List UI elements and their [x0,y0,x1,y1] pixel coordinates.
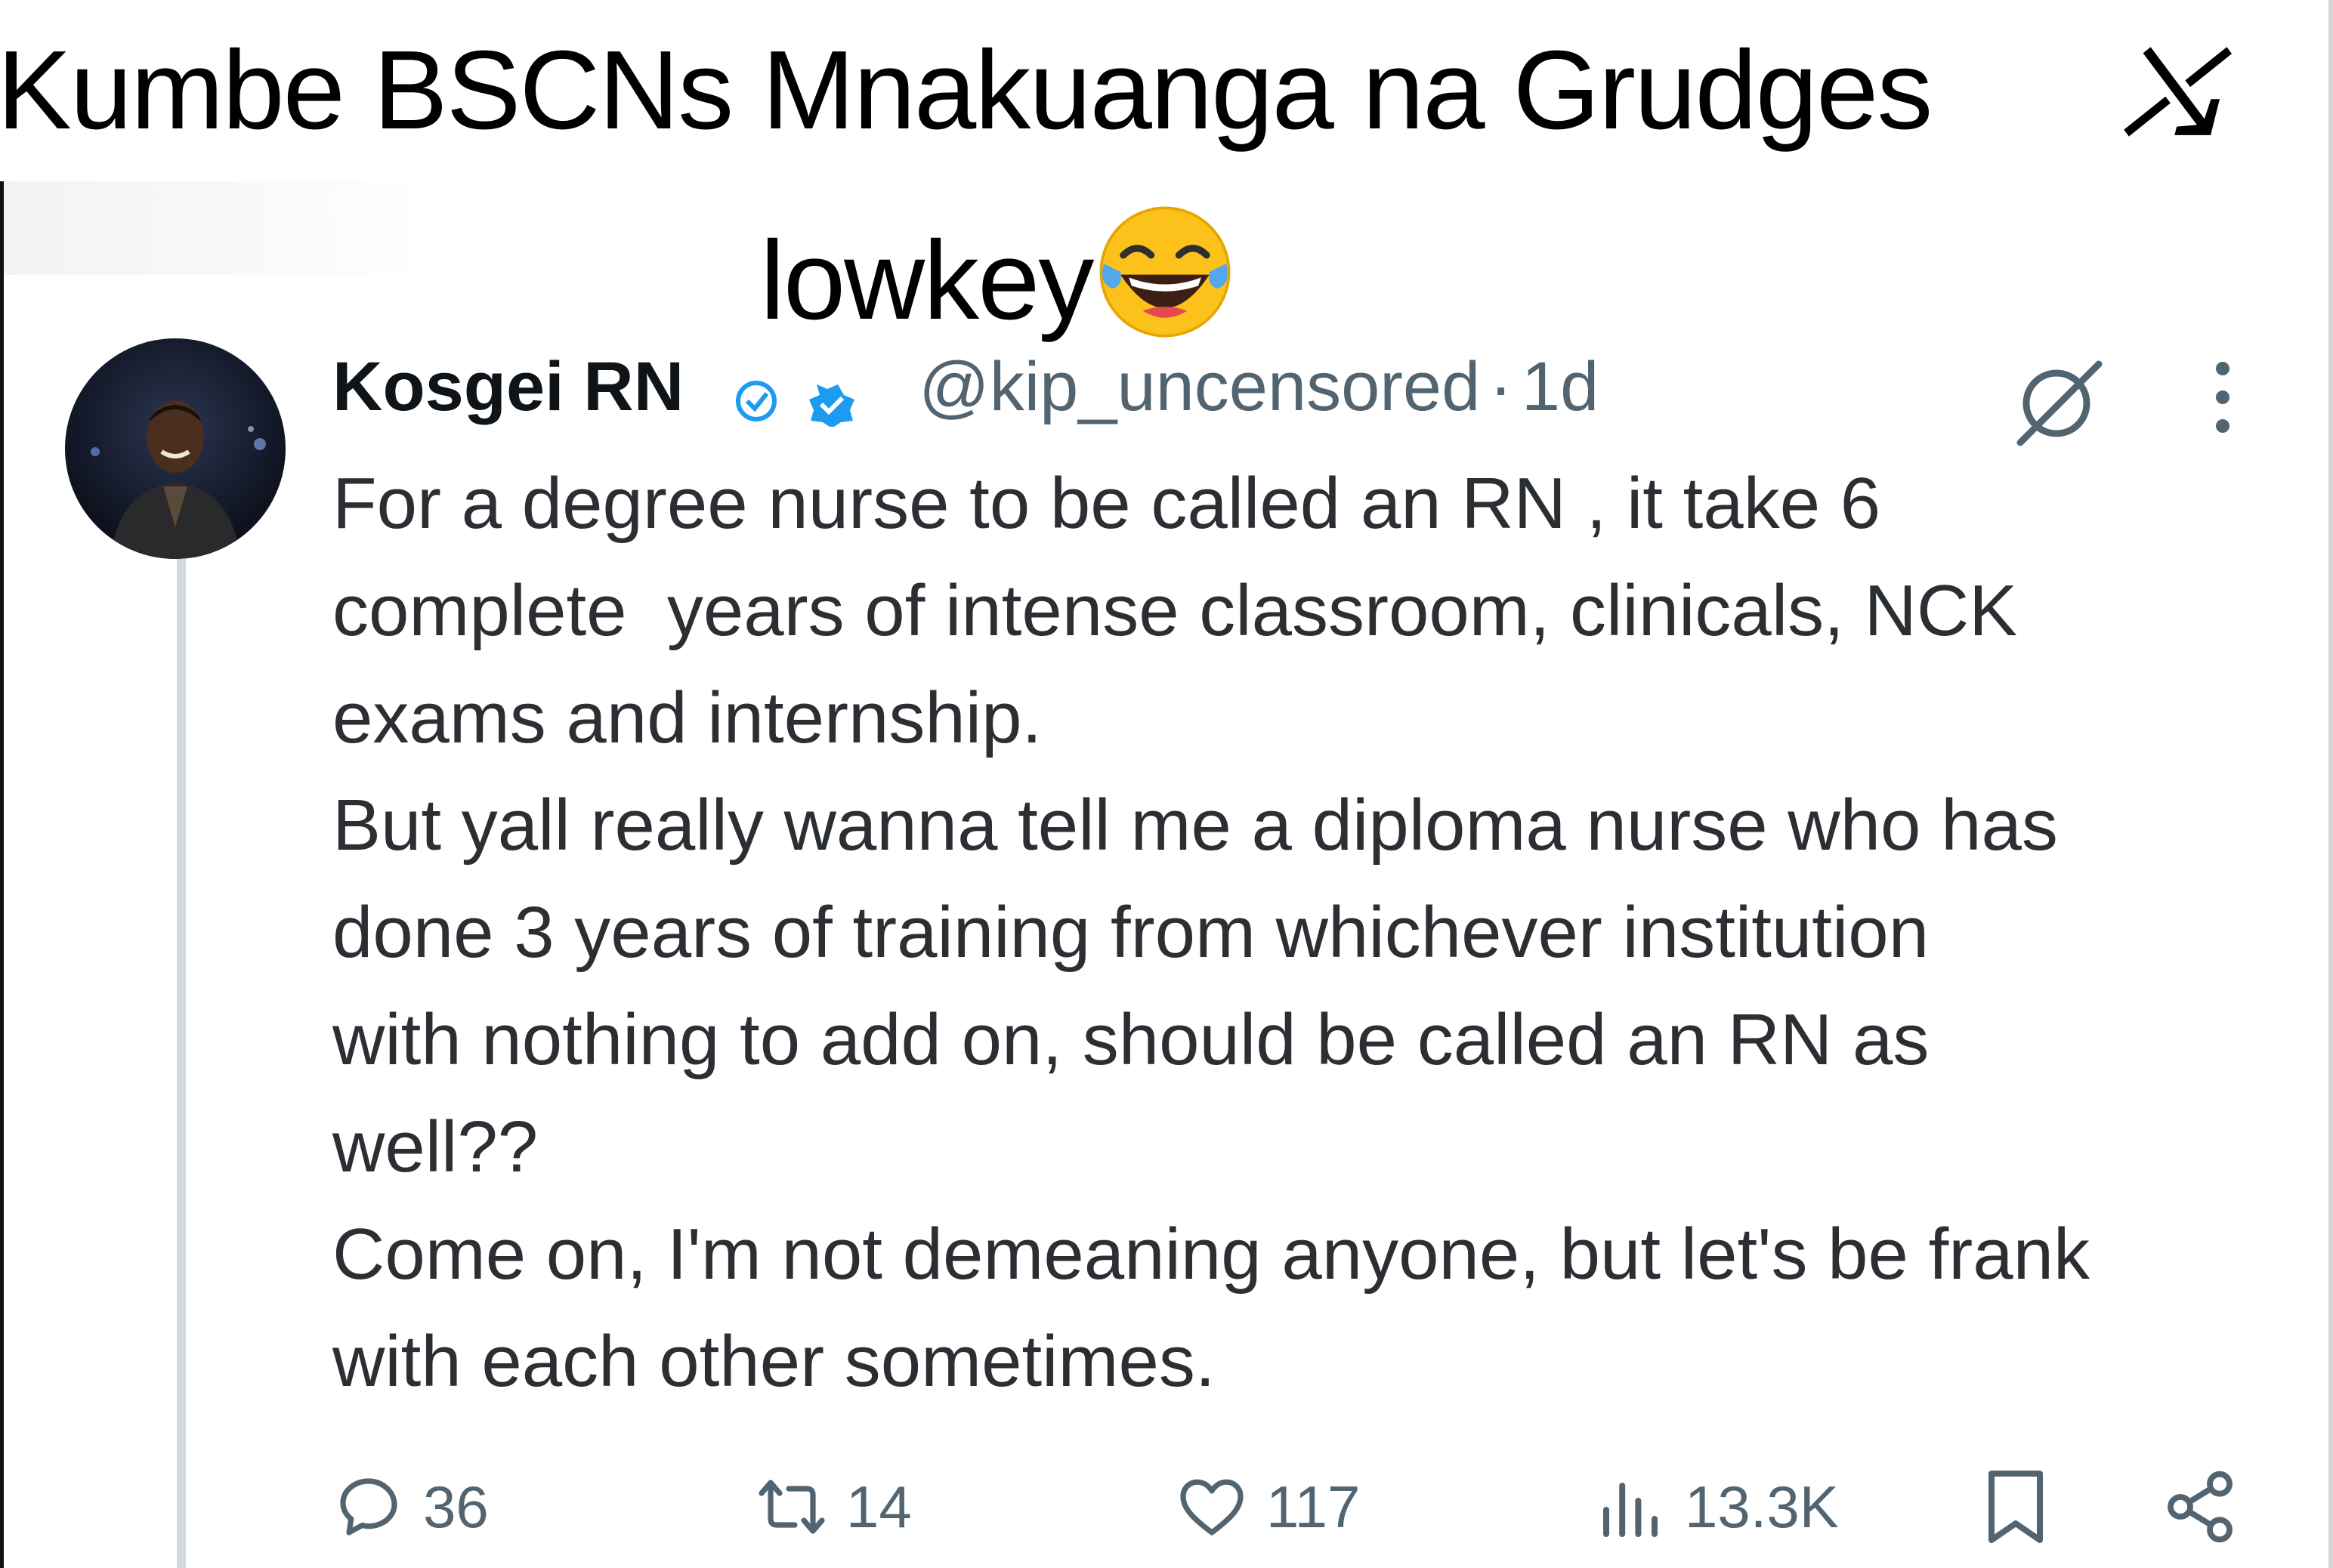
caption-text-1: Kumbe BSCNs Mnakuanga na Grudges [0,28,1933,153]
share-icon [2168,1471,2233,1543]
display-name[interactable]: Kosgei RN [332,348,684,425]
avatar-photo [65,338,286,559]
repost-icon [759,1480,825,1534]
background-smudge [0,181,423,275]
more-vertical-icon[interactable] [2206,352,2239,443]
repost-count: 14 [846,1473,912,1540]
tweet-paragraph: Come on, I'm not demeaning anyone, but l… [332,1214,2090,1402]
heart-icon [1180,1479,1244,1536]
caption-text-2: lowkey [760,218,1094,343]
timestamp[interactable]: 1d [1522,348,1599,425]
laughing-emoji-icon [1099,206,1231,338]
tweet-text: For a degree nurse to be called an RN , … [332,450,2297,1415]
reply-icon [340,1478,397,1536]
reply-count: 36 [423,1473,489,1540]
like-button[interactable]: 117 [1176,1458,1360,1556]
verified-badge-icon [735,381,854,427]
caption-line-1: Kumbe BSCNs Mnakuanga na Grudges ⤯ [0,15,2333,166]
tweet-paragraph: But yall really wanna tell me a diploma … [332,785,2058,1187]
tweet-paragraph: For a degree nurse to be called an RN , … [332,463,2018,758]
share-button[interactable] [2161,1458,2239,1556]
caption-decoration-glyph: ⤯ [2123,27,2214,154]
views-count: 13.3K [1685,1473,1839,1540]
user-handle[interactable]: @kip_uncensored [919,348,1480,425]
like-count: 117 [1266,1473,1361,1540]
header-separator: · [1489,348,1513,425]
avatar[interactable] [65,338,286,559]
frame-edge-right [2328,0,2333,1568]
caption-line-2: lowkey [760,202,1234,353]
thread-line [177,559,186,1568]
reply-button[interactable]: 36 [332,1458,489,1556]
repost-button[interactable]: 14 [756,1458,912,1556]
frame-edge-left [0,181,4,1568]
tweet-header: Kosgei RN @kip_uncensored · 1d [332,341,1599,432]
bookmark-button[interactable] [1979,1458,2052,1556]
bookmark-icon [1988,1471,2043,1543]
views-button[interactable]: 13.3K [1594,1458,1839,1556]
grok-icon[interactable] [2010,353,2108,452]
views-chart-icon [1603,1483,1658,1537]
